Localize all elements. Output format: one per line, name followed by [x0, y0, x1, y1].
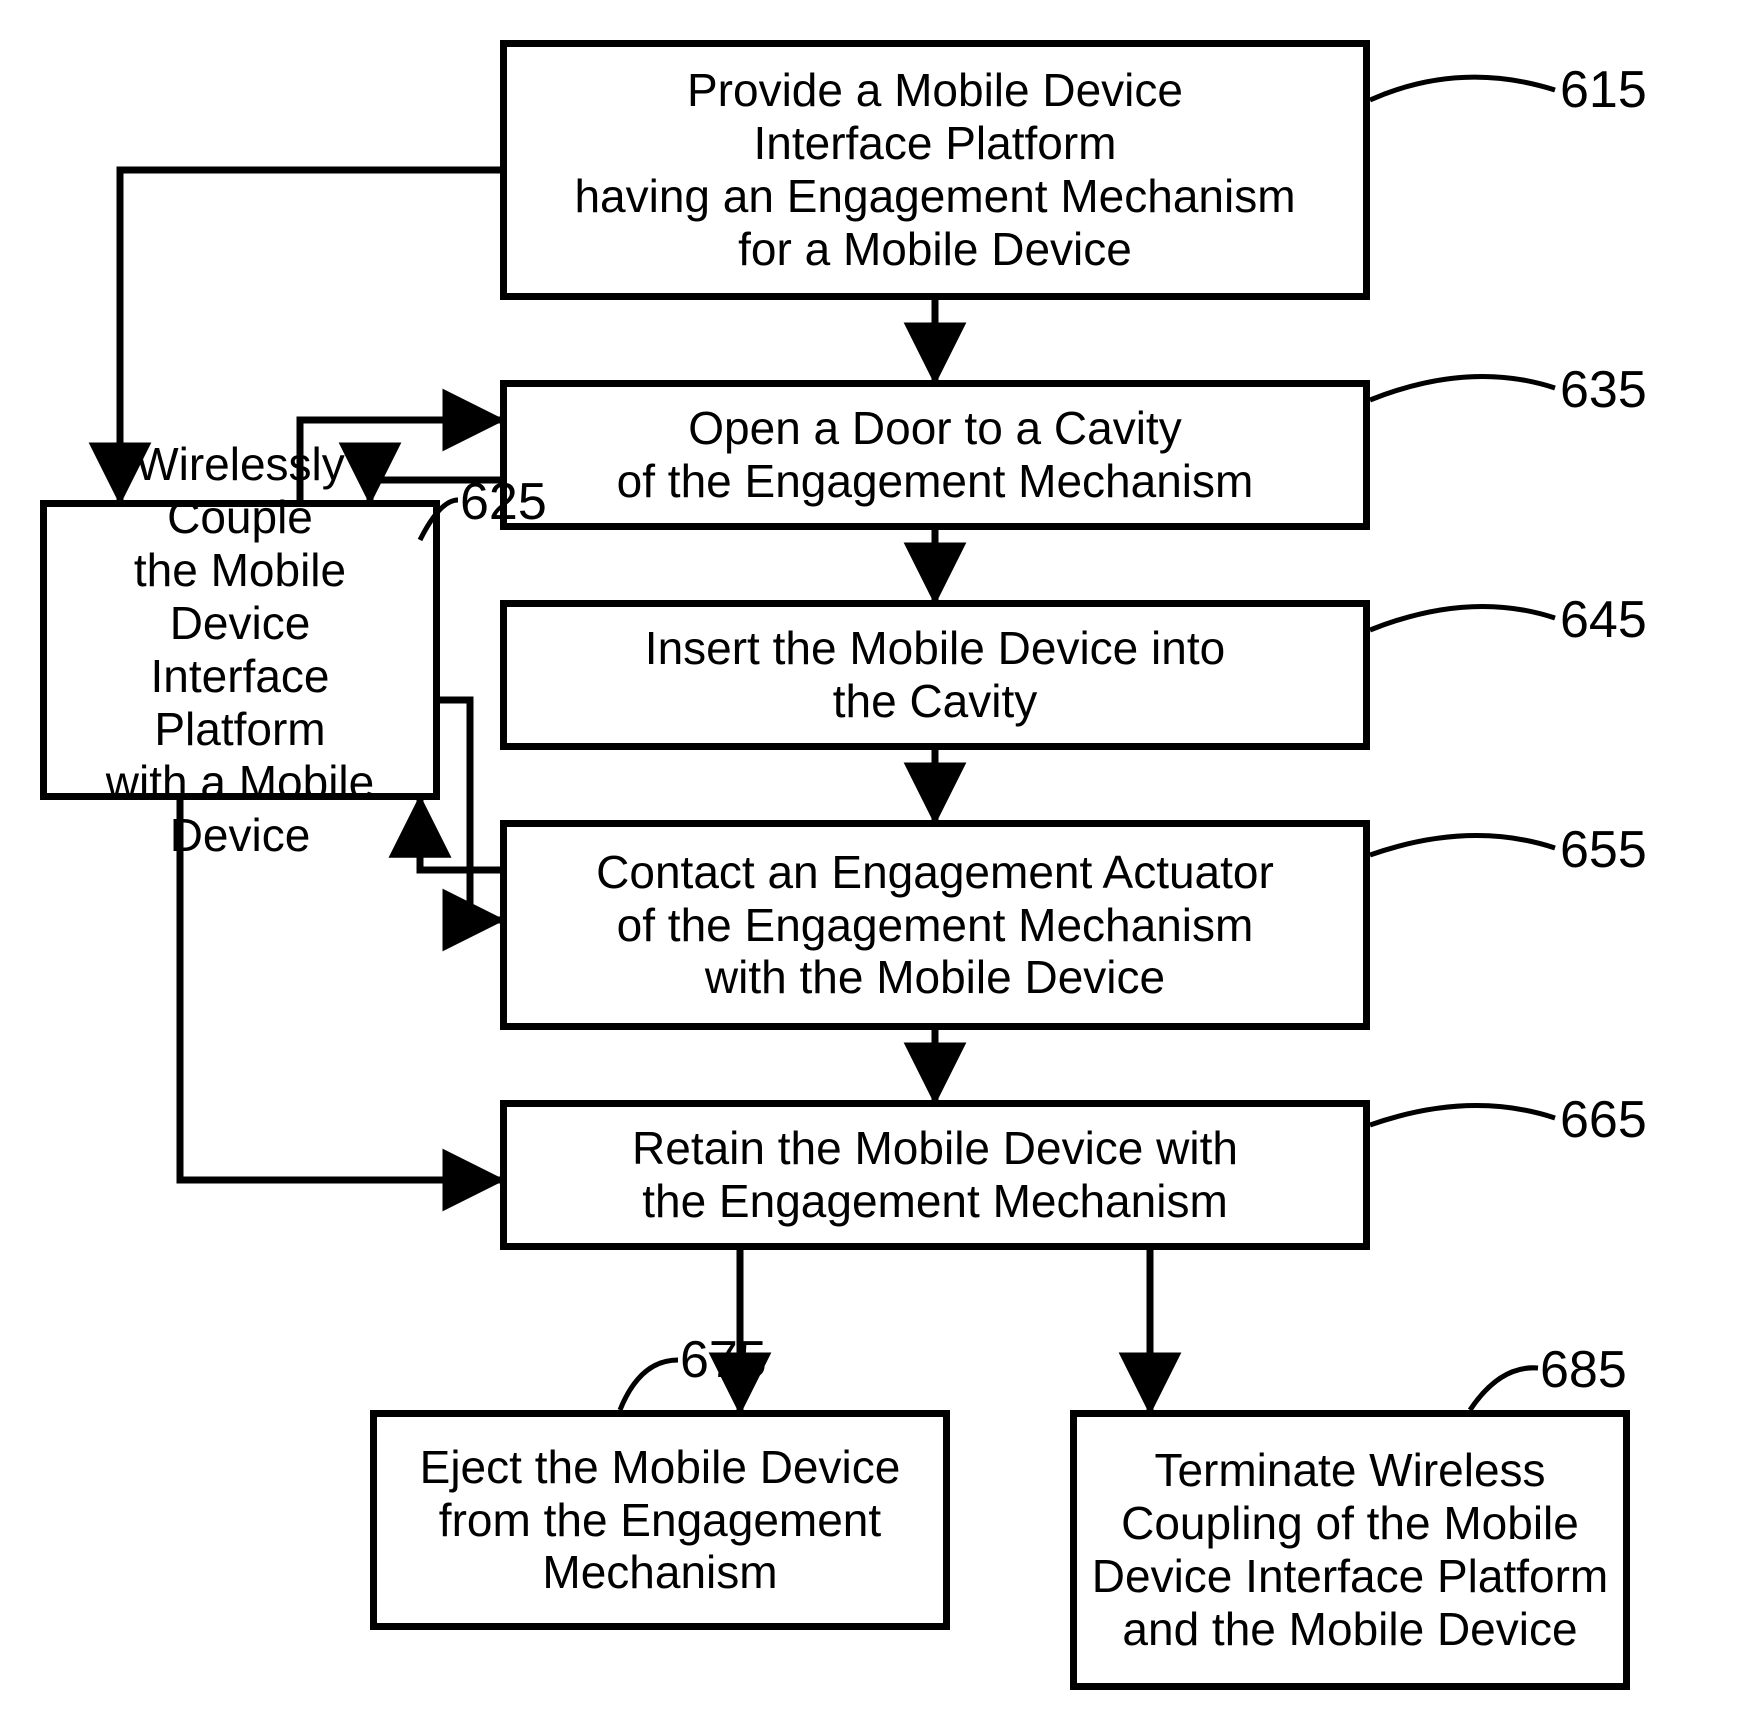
step-665-text: Retain the Mobile Device withthe Engagem…: [632, 1122, 1238, 1228]
label-615: 615: [1560, 60, 1647, 120]
label-685: 685: [1540, 1340, 1627, 1400]
step-645-text: Insert the Mobile Device intothe Cavity: [645, 622, 1225, 728]
label-665: 665: [1560, 1090, 1647, 1150]
step-615-text: Provide a Mobile DeviceInterface Platfor…: [574, 64, 1295, 276]
label-635: 635: [1560, 360, 1647, 420]
label-625: 625: [460, 472, 547, 532]
step-635-text: Open a Door to a Cavityof the Engagement…: [617, 402, 1254, 508]
step-645: Insert the Mobile Device intothe Cavity: [500, 600, 1370, 750]
label-655: 655: [1560, 820, 1647, 880]
step-665: Retain the Mobile Device withthe Engagem…: [500, 1100, 1370, 1250]
step-655-text: Contact an Engagement Actuatorof the Eng…: [596, 846, 1274, 1005]
step-675: Eject the Mobile Devicefrom the Engageme…: [370, 1410, 950, 1630]
step-625: Wirelessly Couplethe Mobile DeviceInterf…: [40, 500, 440, 800]
label-645: 645: [1560, 590, 1647, 650]
step-615: Provide a Mobile DeviceInterface Platfor…: [500, 40, 1370, 300]
label-675: 675: [680, 1330, 767, 1390]
step-655: Contact an Engagement Actuatorof the Eng…: [500, 820, 1370, 1030]
step-635: Open a Door to a Cavityof the Engagement…: [500, 380, 1370, 530]
step-675-text: Eject the Mobile Devicefrom the Engageme…: [420, 1441, 901, 1600]
step-685-text: Terminate WirelessCoupling of the Mobile…: [1092, 1444, 1608, 1656]
step-685: Terminate WirelessCoupling of the Mobile…: [1070, 1410, 1630, 1690]
step-625-text: Wirelessly Couplethe Mobile DeviceInterf…: [59, 438, 421, 861]
